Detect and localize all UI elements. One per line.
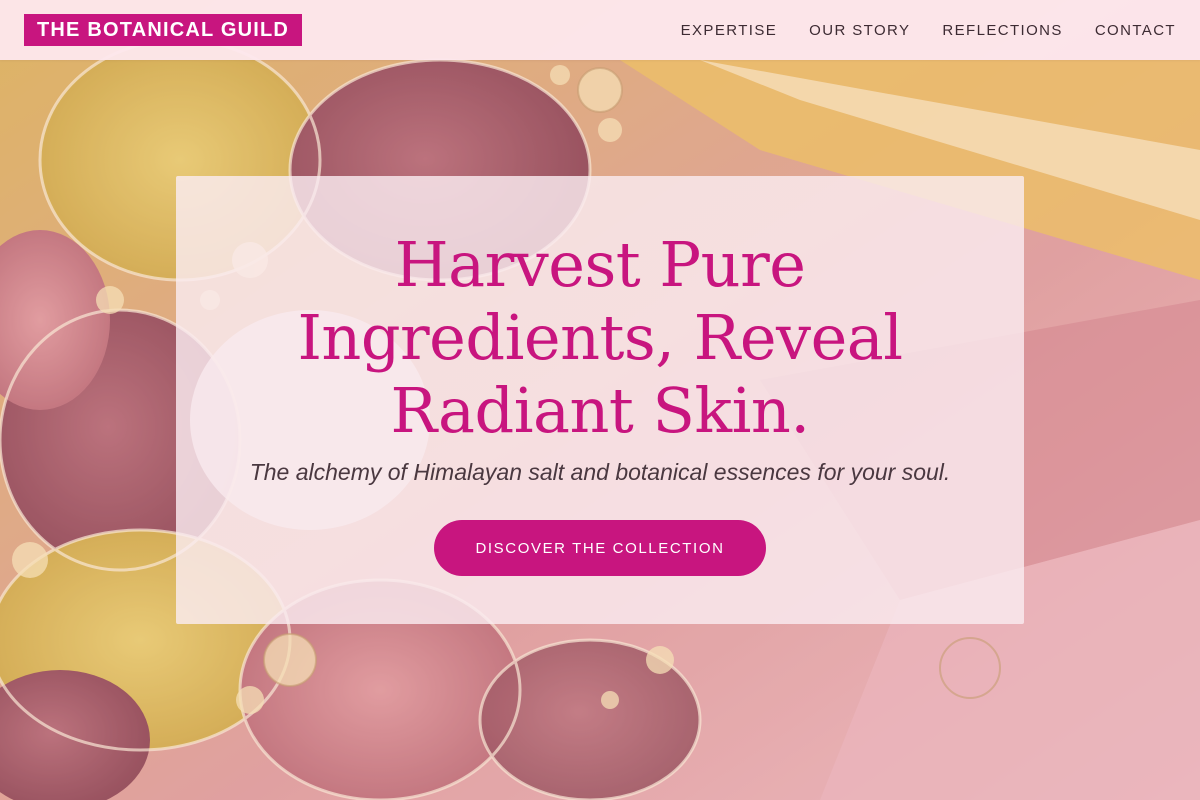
brand-logo[interactable]: THE BOTANICAL GUILD: [24, 14, 303, 46]
hero-tagline: The alchemy of Himalayan salt and botani…: [249, 459, 951, 485]
main-nav: EXPERTISE OUR STORY REFLECTIONS CONTACT: [681, 0, 1176, 60]
nav-item-our-story[interactable]: OUR STORY: [809, 22, 910, 39]
headline-line: Harvest Pure: [394, 228, 806, 301]
nav-item-expertise[interactable]: EXPERTISE: [681, 22, 778, 39]
nav-item-reflections[interactable]: REFLECTIONS: [942, 22, 1062, 39]
headline-line: Ingredients, Reveal: [297, 301, 903, 374]
site-header: THE BOTANICAL GUILD EXPERTISE OUR STORY …: [0, 0, 1200, 60]
discover-collection-button[interactable]: DISCOVER THE COLLECTION: [434, 520, 766, 576]
hero-headline: Harvest Pure Ingredients, Reveal Radiant…: [176, 228, 1024, 447]
hero-card: Harvest Pure Ingredients, Reveal Radiant…: [176, 176, 1024, 624]
headline-line: Radiant Skin.: [390, 374, 810, 447]
nav-item-contact[interactable]: CONTACT: [1095, 22, 1176, 39]
